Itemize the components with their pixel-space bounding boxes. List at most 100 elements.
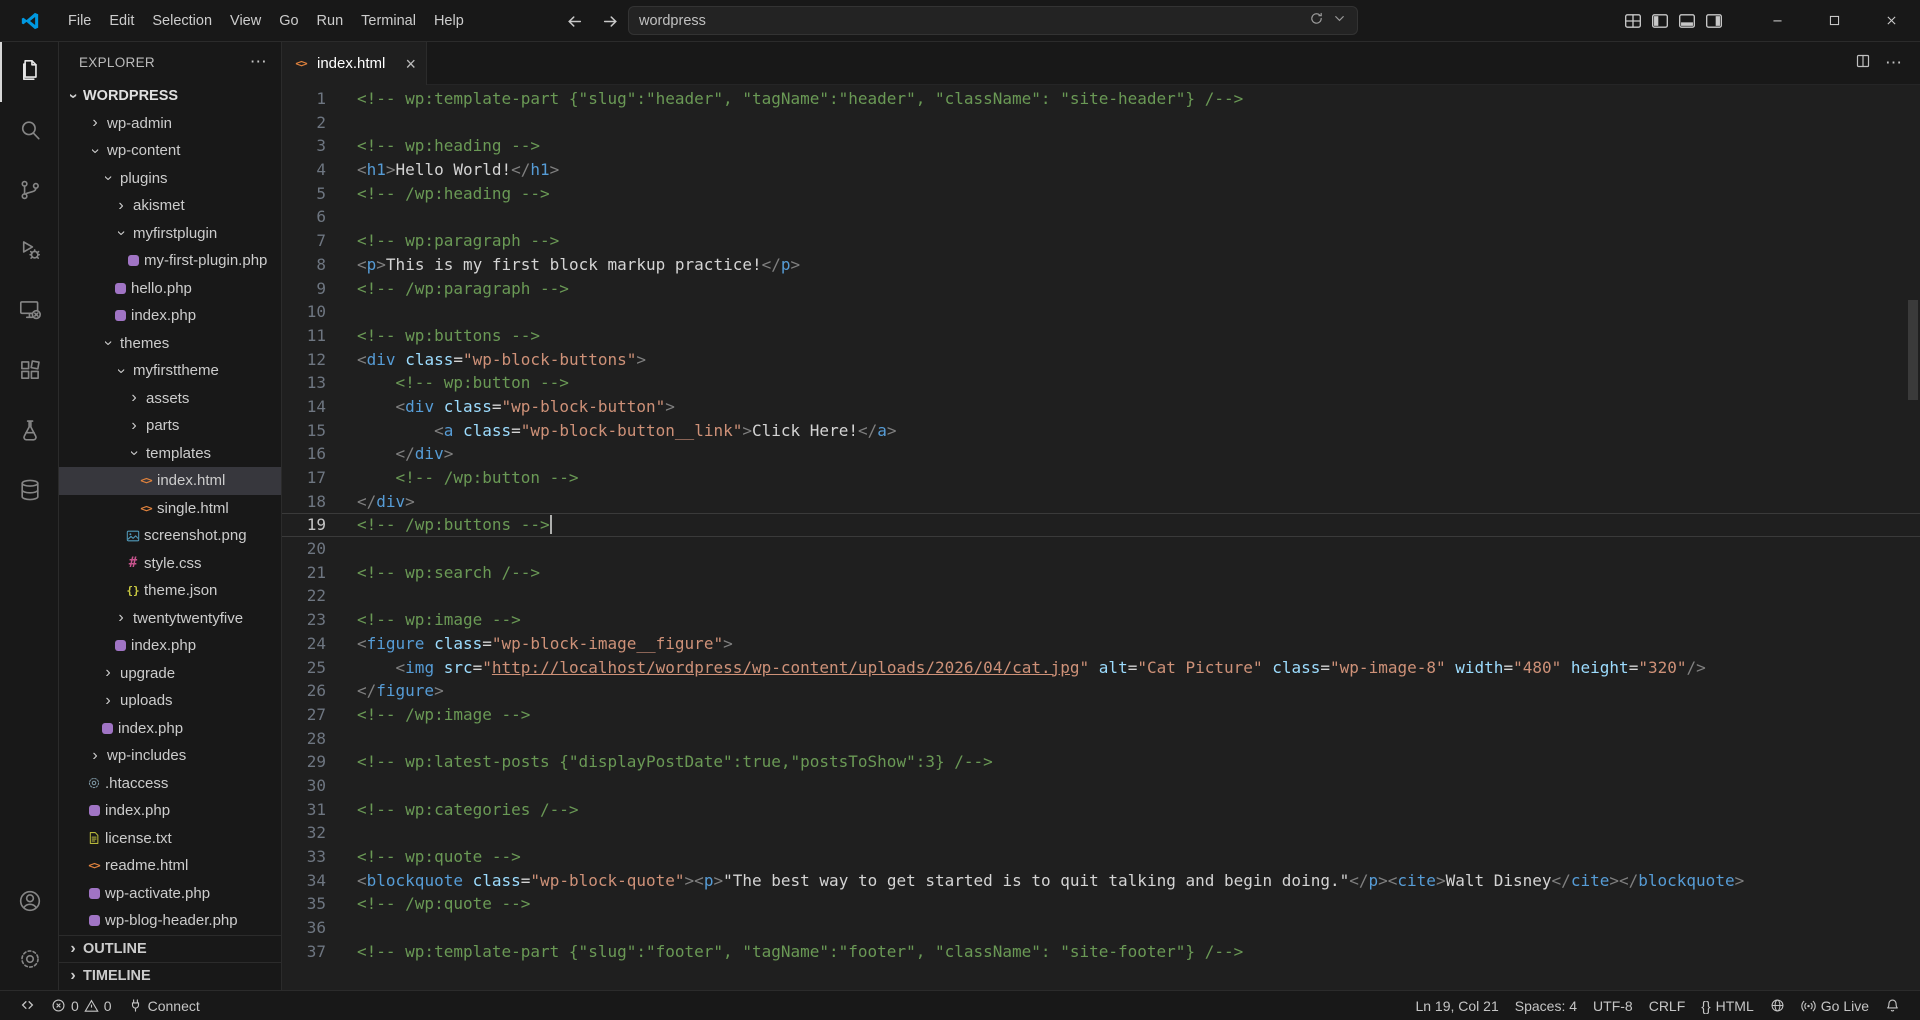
code-line-7[interactable]: 7<!-- wp:paragraph --> [282,229,1920,253]
remote-indicator[interactable] [12,991,43,1020]
eol-indicator[interactable]: CRLF [1641,991,1694,1020]
menu-help[interactable]: Help [425,8,473,34]
activity-source-control-button[interactable] [0,162,58,222]
tree-file-wp-blog-header.php[interactable]: wp-blog-header.php [59,907,281,935]
code-line-6[interactable]: 6 [282,205,1920,229]
sync-icon[interactable] [1309,11,1324,30]
panel-timeline[interactable]: › TIMELINE [59,962,281,990]
code-line-20[interactable]: 20 [282,537,1920,561]
tree-folder-wp-admin[interactable]: ›wp-admin [59,110,281,138]
code-line-15[interactable]: 15 <a class="wp-block-button__link">Clic… [282,419,1920,443]
command-center[interactable]: wordpress [628,6,1358,35]
tree-file-style.css[interactable]: #style.css [59,550,281,578]
go-live-button[interactable]: Go Live [1793,991,1877,1020]
code-line-33[interactable]: 33<!-- wp:quote --> [282,845,1920,869]
tree-folder-parts[interactable]: ›parts [59,412,281,440]
tree-file-hello.php[interactable]: hello.php [59,275,281,303]
section-header-wordpress[interactable]: › WORDPRESS [59,82,281,110]
tree-file-index.html[interactable]: <>index.html [59,467,281,495]
code-line-28[interactable]: 28 [282,727,1920,751]
code-line-32[interactable]: 32 [282,821,1920,845]
tree-folder-wp-content[interactable]: ›wp-content [59,137,281,165]
notifications-bell-icon[interactable] [1877,991,1908,1020]
toggle-sidebar-right-icon[interactable] [1705,12,1723,30]
tree-file-index.php[interactable]: index.php [59,797,281,825]
code-line-13[interactable]: 13 <!-- wp:button --> [282,371,1920,395]
activity-run-and-debug-button[interactable] [0,222,58,282]
code-line-36[interactable]: 36 [282,916,1920,940]
tree-file-single.html[interactable]: <>single.html [59,495,281,523]
indentation-indicator[interactable]: Spaces: 4 [1507,991,1585,1020]
tree-file-my-first-plugin.php[interactable]: my-first-plugin.php [59,247,281,275]
tree-folder-myfirstplugin[interactable]: ›myfirstplugin [59,220,281,248]
code-line-4[interactable]: 4<h1>Hello World!</h1> [282,158,1920,182]
code-line-19[interactable]: 19<!-- /wp:buttons --> [282,513,1920,537]
activity-settings-button[interactable] [0,932,58,990]
code-line-23[interactable]: 23<!-- wp:image --> [282,608,1920,632]
maximize-button[interactable] [1806,0,1863,42]
tab-index-html[interactable]: <> index.html × [282,42,427,85]
menu-edit[interactable]: Edit [100,8,143,34]
menu-file[interactable]: File [59,8,100,34]
scrollbar[interactable] [1908,300,1918,400]
tree-folder-akismet[interactable]: ›akismet [59,192,281,220]
tree-file-license.txt[interactable]: license.txt [59,825,281,853]
language-indicator[interactable]: {} HTML [1693,991,1761,1020]
encoding-indicator[interactable]: UTF-8 [1585,991,1641,1020]
code-line-21[interactable]: 21<!-- wp:search /--> [282,561,1920,585]
code-line-35[interactable]: 35<!-- /wp:quote --> [282,892,1920,916]
cursor-position[interactable]: Ln 19, Col 21 [1407,991,1506,1020]
tree-folder-myfirsttheme[interactable]: ›myfirsttheme [59,357,281,385]
tree-file-readme.html[interactable]: <>readme.html [59,852,281,880]
code-line-18[interactable]: 18</div> [282,490,1920,514]
code-editor[interactable]: 1<!-- wp:template-part {"slug":"header",… [282,85,1920,990]
menu-terminal[interactable]: Terminal [352,8,425,34]
code-line-27[interactable]: 27<!-- /wp:image --> [282,703,1920,727]
code-line-17[interactable]: 17 <!-- /wp:button --> [282,466,1920,490]
code-line-25[interactable]: 25 <img src="http://localhost/wordpress/… [282,656,1920,680]
panel-outline[interactable]: › OUTLINE [59,935,281,963]
more-actions-icon[interactable]: ⋯ [250,52,267,72]
minimize-button[interactable] [1749,0,1806,42]
tree-folder-uploads[interactable]: ›uploads [59,687,281,715]
code-line-10[interactable]: 10 [282,300,1920,324]
code-line-12[interactable]: 12<div class="wp-block-buttons"> [282,348,1920,372]
forward-arrow-icon[interactable] [602,0,619,42]
tree-folder-plugins[interactable]: ›plugins [59,165,281,193]
tree-file-.htaccess[interactable]: .htaccess [59,770,281,798]
code-line-2[interactable]: 2 [282,111,1920,135]
tree-folder-twentytwentyfive[interactable]: ›twentytwentyfive [59,605,281,633]
customize-layout-icon[interactable] [1624,12,1642,30]
code-line-26[interactable]: 26</figure> [282,679,1920,703]
tree-file-wp-activate.php[interactable]: wp-activate.php [59,880,281,908]
toggle-sidebar-left-icon[interactable] [1651,12,1669,30]
code-line-34[interactable]: 34<blockquote class="wp-block-quote"><p>… [282,869,1920,893]
activity-remote-explorer-button[interactable] [0,282,58,342]
tree-file-index.php[interactable]: index.php [59,302,281,330]
connect-button[interactable]: Connect [120,991,208,1020]
back-arrow-icon[interactable] [566,0,583,42]
tree-file-theme.json[interactable]: {}theme.json [59,577,281,605]
activity-database-button[interactable] [0,462,58,522]
menu-view[interactable]: View [221,8,270,34]
close-tab-icon[interactable]: × [405,55,416,73]
code-line-29[interactable]: 29<!-- wp:latest-posts {"displayPostDate… [282,750,1920,774]
tree-folder-themes[interactable]: ›themes [59,330,281,358]
code-line-24[interactable]: 24<figure class="wp-block-image__figure"… [282,632,1920,656]
code-line-31[interactable]: 31<!-- wp:categories /--> [282,798,1920,822]
tree-file-index.php[interactable]: index.php [59,715,281,743]
code-line-37[interactable]: 37<!-- wp:template-part {"slug":"footer"… [282,940,1920,964]
tree-folder-wp-includes[interactable]: ›wp-includes [59,742,281,770]
activity-explorer-button[interactable] [0,42,58,102]
editor-more-actions-icon[interactable]: ⋯ [1885,53,1902,73]
code-line-16[interactable]: 16 </div> [282,442,1920,466]
activity-testing-button[interactable] [0,402,58,462]
menu-go[interactable]: Go [270,8,307,34]
tree-folder-upgrade[interactable]: ›upgrade [59,660,281,688]
split-editor-icon[interactable] [1855,53,1871,74]
activity-account-button[interactable] [0,874,58,932]
activity-extensions-button[interactable] [0,342,58,402]
menu-selection[interactable]: Selection [143,8,221,34]
tree-folder-templates[interactable]: ›templates [59,440,281,468]
activity-search-button[interactable] [0,102,58,162]
